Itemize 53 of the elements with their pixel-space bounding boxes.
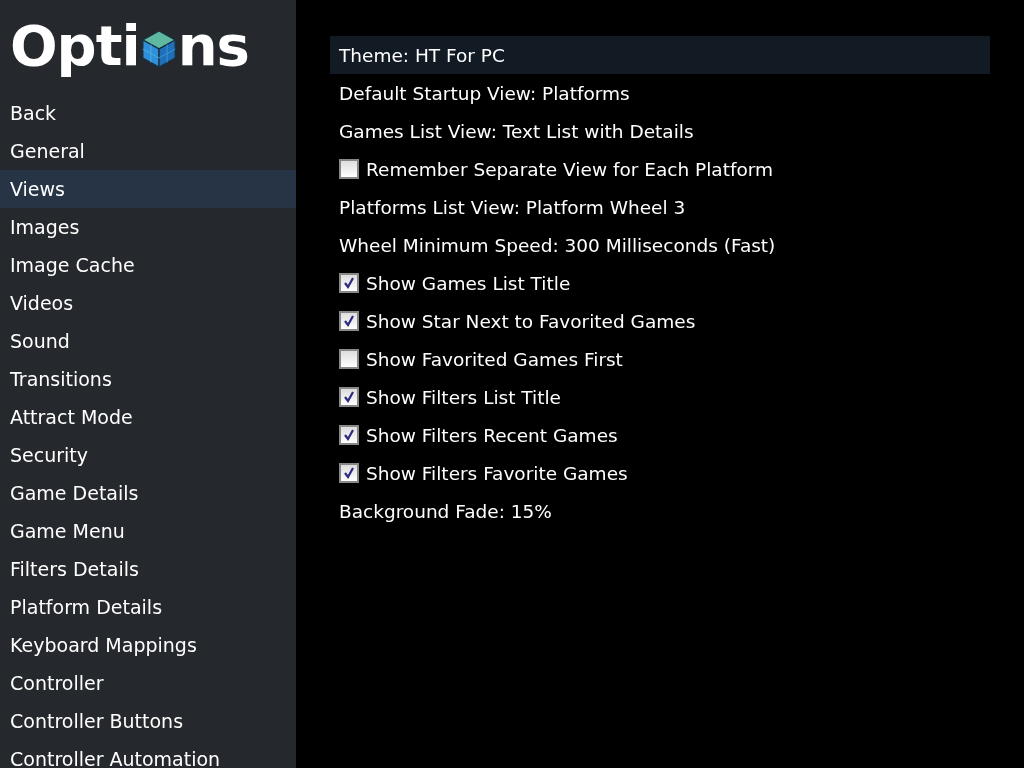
sidebar-item[interactable]: Transitions — [0, 360, 296, 398]
checkmark-icon — [342, 466, 356, 480]
sidebar-item[interactable]: Game Menu — [0, 512, 296, 550]
checkbox[interactable] — [339, 387, 359, 407]
sidebar-item[interactable]: Platform Details — [0, 588, 296, 626]
setting-label: Remember Separate View for Each Platform — [366, 158, 774, 180]
checkmark-icon — [342, 276, 356, 290]
setting-row[interactable]: Remember Separate View for Each Platform — [330, 150, 990, 188]
setting-label: Show Star Next to Favorited Games — [366, 310, 696, 332]
sidebar-item[interactable]: Image Cache — [0, 246, 296, 284]
checkbox[interactable] — [339, 463, 359, 483]
title-text: Opti — [10, 12, 140, 78]
setting-label: Show Favorited Games First — [366, 348, 623, 370]
sidebar-item[interactable]: Filters Details — [0, 550, 296, 588]
setting-row[interactable]: Show Star Next to Favorited Games — [330, 302, 990, 340]
checkmark-icon — [342, 314, 356, 328]
setting-row[interactable]: Theme: HT For PC — [330, 36, 990, 74]
checkbox[interactable] — [339, 273, 359, 293]
sidebar-item[interactable]: Images — [0, 208, 296, 246]
cube-icon — [140, 29, 177, 69]
setting-row[interactable]: Show Games List Title — [330, 264, 990, 302]
setting-row[interactable]: Show Filters List Title — [330, 378, 990, 416]
setting-label: Show Filters Favorite Games — [366, 462, 628, 484]
setting-row[interactable]: Show Favorited Games First — [330, 340, 990, 378]
checkbox[interactable] — [339, 159, 359, 179]
title-text: ns — [177, 12, 249, 78]
checkmark-icon — [342, 390, 356, 404]
checkbox[interactable] — [339, 349, 359, 369]
sidebar-item[interactable]: Security — [0, 436, 296, 474]
checkbox[interactable] — [339, 311, 359, 331]
setting-label: Show Filters Recent Games — [366, 424, 618, 446]
sidebar-item[interactable]: Game Details — [0, 474, 296, 512]
setting-row[interactable]: Wheel Minimum Speed: 300 Milliseconds (Fast) — [330, 226, 990, 264]
setting-row[interactable]: Default Startup View: Platforms — [330, 74, 990, 112]
setting-row[interactable]: Background Fade: 15% — [330, 492, 990, 530]
sidebar-item[interactable]: Keyboard Mappings — [0, 626, 296, 664]
setting-row[interactable]: Show Filters Favorite Games — [330, 454, 990, 492]
sidebar-item[interactable]: Controller — [0, 664, 296, 702]
sidebar-item[interactable]: Attract Mode — [0, 398, 296, 436]
sidebar-item[interactable]: Videos — [0, 284, 296, 322]
sidebar-item[interactable]: Views — [0, 170, 296, 208]
checkmark-icon — [342, 428, 356, 442]
sidebar-item[interactable]: Controller Buttons — [0, 702, 296, 740]
setting-row[interactable]: Platforms List View: Platform Wheel 3 — [330, 188, 990, 226]
sidebar-item[interactable]: General — [0, 132, 296, 170]
setting-label: Show Filters List Title — [366, 386, 561, 408]
checkbox[interactable] — [339, 425, 359, 445]
sidebar-item[interactable]: Back — [0, 94, 296, 132]
setting-row[interactable]: Show Filters Recent Games — [330, 416, 990, 454]
setting-label: Show Games List Title — [366, 272, 571, 294]
sidebar-item[interactable]: Sound — [0, 322, 296, 360]
setting-row[interactable]: Games List View: Text List with Details — [330, 112, 990, 150]
sidebar-item[interactable]: Controller Automation — [0, 740, 296, 768]
